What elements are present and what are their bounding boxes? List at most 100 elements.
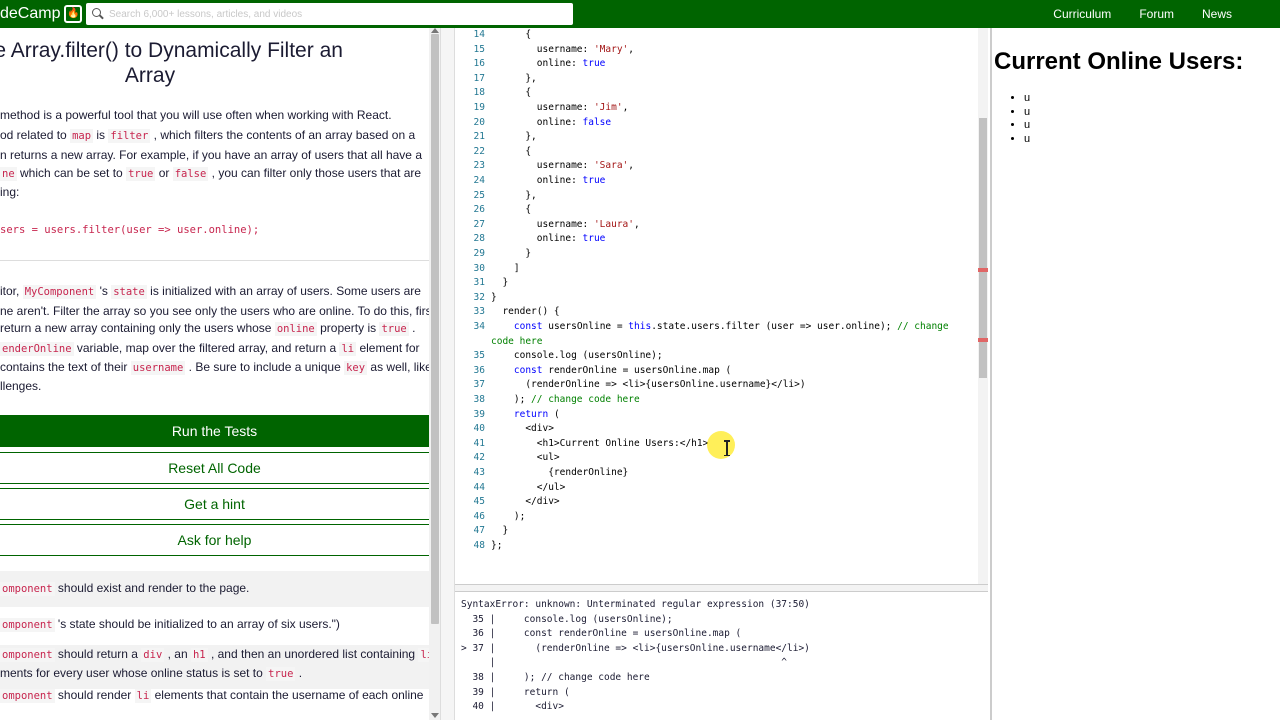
code-line[interactable]: online: true: [491, 175, 606, 186]
line-number: 24: [473, 175, 485, 186]
scroll-up-arrow-icon[interactable]: [431, 28, 439, 33]
line-number: 21: [473, 131, 485, 143]
line-number: 26: [473, 204, 485, 216]
preview-user-item: u: [1024, 106, 1030, 120]
lesson-title-line: : Use Array.filter() to Dynamically Filt…: [0, 39, 343, 62]
code-line[interactable]: username: 'Laura',: [491, 219, 640, 230]
text-span: . Be sure to include a unique: [185, 360, 345, 374]
inline-code: true: [266, 667, 296, 681]
line-number: 43: [473, 467, 485, 478]
text-span: property is: [316, 321, 380, 335]
code-line[interactable]: }: [491, 525, 508, 536]
line-number: 16: [473, 58, 485, 70]
line-number: 35: [473, 350, 485, 362]
code-line[interactable]: ]: [491, 263, 520, 274]
line-number: 42: [473, 452, 485, 464]
brand-logo[interactable]: deCamp 🔥: [0, 4, 83, 24]
line-number: 23: [473, 160, 485, 172]
reset-code-button[interactable]: Reset All Code: [0, 452, 431, 484]
nav-link-curriculum[interactable]: Curriculum: [1039, 0, 1125, 28]
inline-code: li: [339, 342, 357, 356]
code-line[interactable]: const usersOnline = this.state.users.fil…: [491, 321, 949, 332]
line-number: 45: [473, 496, 485, 508]
line-number: 40: [473, 423, 485, 435]
code-line[interactable]: },: [491, 190, 536, 201]
paragraph-line: itor, MyComponent 's state is initialize…: [0, 282, 432, 302]
code-line[interactable]: <div>: [491, 423, 554, 434]
text-span: should render: [54, 688, 135, 702]
code-line[interactable]: username: 'Sara',: [491, 160, 634, 171]
inline-code: online: [274, 322, 317, 336]
line-number: 30: [473, 262, 485, 274]
line-number: 14: [473, 29, 485, 40]
console-output: SyntaxError: unknown: Unterminated regul…: [455, 592, 988, 720]
code-line[interactable]: </ul>: [491, 482, 566, 493]
line-number: 41: [473, 437, 485, 449]
code-line[interactable]: }: [491, 277, 508, 288]
code-line[interactable]: return (: [491, 409, 560, 420]
code-line[interactable]: {: [491, 29, 531, 40]
lesson-scrollbar[interactable]: [429, 28, 440, 720]
code-line[interactable]: <h1>Current Online Users:</h1>: [491, 438, 709, 449]
code-line[interactable]: }: [491, 248, 531, 259]
code-line[interactable]: username: 'Jim',: [491, 102, 629, 113]
text-span: elements that contain the username of ea…: [151, 688, 424, 702]
run-tests-button[interactable]: Run the Tests: [0, 415, 431, 447]
nav-link-forum[interactable]: Forum: [1125, 0, 1188, 28]
lesson-title: : Use Array.filter() to Dynamically Filt…: [0, 38, 430, 88]
code-line[interactable]: }: [491, 292, 497, 303]
line-number: 27: [473, 218, 485, 230]
line-number: 48: [473, 540, 485, 551]
code-line[interactable]: },: [491, 131, 536, 142]
search-icon: [92, 8, 104, 20]
code-editor[interactable]: 14 {15 username: 'Mary', 16 online: true 1…: [455, 28, 988, 584]
console-line: 40 | <div>: [461, 701, 564, 713]
brand-text: deCamp: [0, 5, 61, 22]
code-line[interactable]: code here: [491, 336, 542, 347]
preview-user-item: u: [1024, 92, 1030, 106]
code-line[interactable]: ); // change code here: [491, 394, 640, 405]
code-line[interactable]: console.log (usersOnline);: [491, 350, 663, 361]
code-line[interactable]: },: [491, 73, 536, 84]
inline-code: omponent: [0, 618, 55, 632]
code-line[interactable]: };: [491, 540, 502, 551]
line-number: 44: [473, 481, 485, 493]
text-span: od related to: [0, 128, 71, 142]
line-number: 15: [473, 43, 485, 55]
text-span: or: [155, 166, 173, 180]
text-span: should return a: [54, 647, 142, 661]
code-line[interactable]: online: false: [491, 117, 611, 128]
nav-link-news[interactable]: News: [1188, 0, 1246, 28]
get-hint-button[interactable]: Get a hint: [0, 488, 431, 520]
code-line[interactable]: {: [491, 146, 531, 157]
inline-code: key: [344, 361, 368, 375]
line-number: 22: [473, 145, 485, 157]
editor-scrollbar[interactable]: [978, 28, 988, 584]
code-line[interactable]: username: 'Mary',: [491, 44, 634, 55]
code-line[interactable]: </div>: [491, 496, 559, 507]
code-line[interactable]: online: true: [491, 233, 606, 244]
test-item: omponent should exist and render to the …: [0, 571, 432, 607]
code-line[interactable]: {: [491, 87, 531, 98]
pane-splitter[interactable]: [440, 28, 455, 720]
text-span: 's: [96, 284, 112, 298]
editor-console-splitter[interactable]: [455, 584, 988, 592]
text-cursor-icon: [724, 440, 730, 456]
test-item: omponent should render li elements that …: [0, 686, 432, 706]
scrollbar-thumb[interactable]: [431, 34, 439, 624]
scroll-down-arrow-icon[interactable]: [431, 713, 439, 718]
code-line[interactable]: (renderOnline => <li>{usersOnline.userna…: [491, 379, 805, 390]
code-line[interactable]: const renderOnline = usersOnline.map (: [491, 365, 731, 376]
preview-pane: Current Online Users: uuuu: [990, 28, 1280, 720]
code-line[interactable]: online: true: [491, 58, 606, 69]
search-bar[interactable]: [86, 3, 573, 25]
ask-help-button[interactable]: Ask for help: [0, 524, 431, 556]
text-span: , an: [164, 647, 191, 661]
code-line[interactable]: );: [491, 511, 525, 522]
code-line[interactable]: <ul>: [491, 452, 560, 463]
code-line[interactable]: {renderOnline}: [491, 467, 628, 478]
text-span: variable, map over the filtered array, a…: [73, 341, 340, 355]
code-line[interactable]: render() {: [491, 306, 559, 317]
search-input[interactable]: [109, 8, 549, 20]
code-line[interactable]: {: [491, 204, 531, 215]
